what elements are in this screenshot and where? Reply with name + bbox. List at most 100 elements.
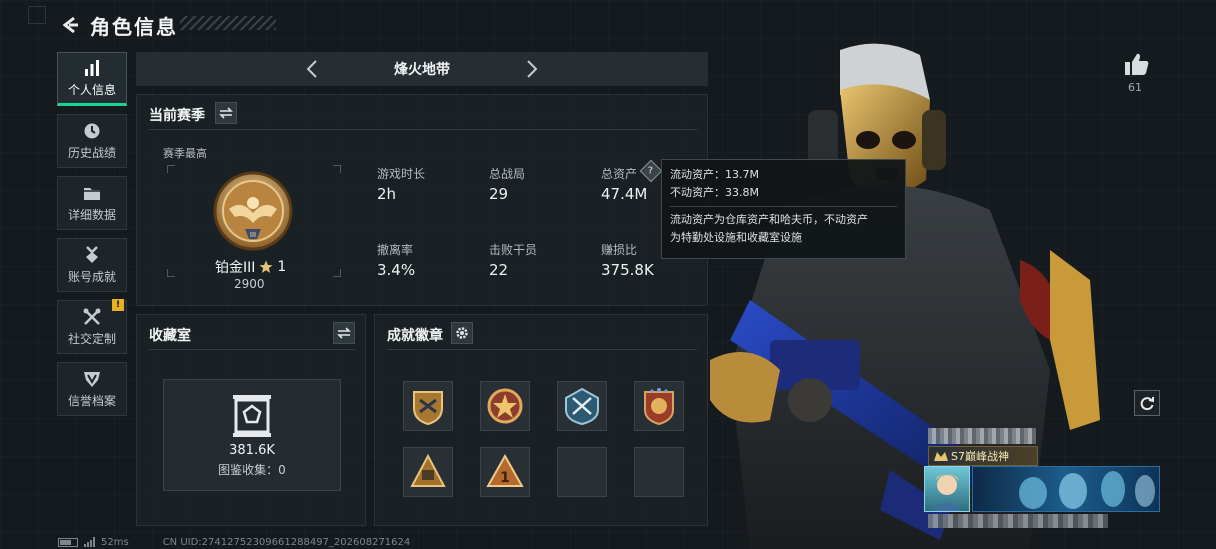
nav-label: 信誉档案: [67, 393, 116, 408]
collection-room-panel: 收藏室 381.6K 图鉴收集：0: [136, 314, 366, 526]
stat-value-playtime: 2h: [377, 185, 397, 203]
divider: [149, 349, 355, 350]
season-name: 烽火地带: [394, 62, 450, 78]
back-arrow-icon[interactable]: [58, 13, 82, 37]
nav-item-personal-info[interactable]: 个人信息: [57, 52, 127, 106]
achievement-badge-icon: [487, 388, 523, 424]
player-name-redacted: [928, 428, 1036, 444]
corner-mark: [28, 6, 46, 24]
achievement-badge-icon: [644, 388, 674, 426]
rank-name: 铂金III 1: [215, 257, 286, 277]
season-best-label: 赛季最高: [163, 147, 207, 160]
rotate-model-button[interactable]: [1134, 390, 1160, 416]
nav-item-reputation-file[interactable]: 信誉档案: [57, 362, 127, 416]
refresh-icon: [1140, 397, 1154, 411]
title-tag: S7巅峰战神: [928, 446, 1038, 466]
rank-emblem-icon: III: [211, 169, 295, 253]
notification-badge: !: [112, 299, 124, 311]
stat-value-profit-loss-ratio: 375.8K: [601, 261, 654, 279]
stat-label-playtime: 游戏时长: [377, 167, 426, 181]
divider: [149, 129, 697, 130]
assets-tooltip: 流动资产：13.7M 不动资产：33.8M 流动资产为仓库资产和哈夫币，不动资产…: [661, 159, 906, 259]
name-card-banner: [972, 466, 1160, 512]
tooltip-note-line-2: 为特勤处设施和收藏室设施: [670, 231, 802, 244]
swap-icon: [337, 327, 351, 339]
nav-item-social-customization[interactable]: ! 社交定制: [57, 299, 127, 354]
clock-icon: [83, 122, 101, 140]
swap-icon: [219, 107, 233, 119]
swap-button[interactable]: [215, 102, 237, 124]
collection-count: 图鉴收集：0: [218, 463, 286, 477]
badge-slot[interactable]: [480, 381, 530, 431]
profile-card[interactable]: [924, 466, 1160, 512]
badge-slot-empty[interactable]: [557, 447, 607, 497]
gear-icon: [456, 327, 468, 339]
side-nav: 个人信息 历史战绩 详细数据 账号成就 ! 社交定制 信誉档案: [57, 52, 127, 424]
tools-icon: [83, 308, 101, 326]
achievement-badge-icon: 1: [486, 453, 524, 487]
stat-value-total-assets: 47.4M: [601, 185, 648, 203]
nav-item-detailed-data[interactable]: 详细数据: [57, 176, 127, 230]
achievement-badge-icon: [565, 387, 599, 426]
achievement-badges-panel: 成就徽章 1: [374, 314, 708, 526]
stat-label-extraction-rate: 撤离率: [377, 243, 414, 257]
signal-icon: [84, 537, 95, 547]
page-header: 角色信息: [58, 10, 178, 40]
swap-button[interactable]: [333, 322, 355, 344]
stat-label-profit-loss-ratio: 赚损比: [601, 243, 638, 257]
nav-label: 历史战绩: [67, 145, 116, 160]
help-icon[interactable]: ?: [639, 159, 663, 183]
nav-label: 个人信息: [67, 82, 116, 97]
collection-value: 381.6K: [229, 443, 275, 458]
tooltip-note-line-1: 流动资产为仓库资产和哈夫币，不动资产: [670, 213, 868, 226]
stat-label-total-matches: 总战局: [489, 167, 526, 181]
badge-slot[interactable]: [557, 381, 607, 431]
stat-value-extraction-rate: 3.4%: [377, 261, 416, 279]
display-case-icon: [229, 393, 275, 439]
current-season-panel: 当前赛季 赛季最高 III 铂金III 1 2900 游戏时长 2h 总战局 2…: [136, 94, 708, 306]
settings-button[interactable]: [451, 322, 473, 344]
badge-slot-empty[interactable]: [634, 447, 684, 497]
star-icon: [259, 260, 273, 273]
stat-value-operators-defeated: 22: [489, 261, 509, 279]
avatar[interactable]: [924, 466, 970, 512]
stat-label-total-assets: 总资产: [601, 167, 638, 181]
stat-value-total-matches: 29: [489, 185, 509, 203]
badge-slot[interactable]: [403, 447, 453, 497]
achievement-badge-icon: [410, 453, 446, 487]
svg-text:1: 1: [500, 470, 510, 486]
folder-icon: [83, 184, 101, 202]
nav-label: 社交定制: [67, 331, 116, 346]
nav-label: 详细数据: [67, 207, 116, 222]
panel-title: 收藏室: [149, 328, 191, 344]
rank-stars: 1: [277, 259, 287, 275]
uid-text: CN UID:27412752309661288497_202608271624: [162, 536, 411, 548]
badge-slot[interactable]: [403, 381, 453, 431]
svg-text:III: III: [250, 231, 256, 239]
medal-icon: [83, 245, 101, 264]
badge-slot[interactable]: [634, 381, 684, 431]
redacted-info: [928, 514, 1108, 528]
chevron-left-icon[interactable]: [302, 57, 322, 81]
liquid-assets: 流动资产：13.7M: [670, 168, 759, 181]
panel-title: 成就徽章: [387, 328, 443, 344]
title-emblem-icon: [931, 447, 951, 465]
ping: 52ms: [101, 536, 129, 548]
stat-label-operators-defeated: 击败干员: [489, 243, 538, 257]
title-decoration: [180, 16, 276, 30]
like-thumbs-up-icon[interactable]: [1124, 52, 1152, 78]
achievement-badge-icon: [413, 391, 443, 426]
chevron-right-icon[interactable]: [522, 57, 542, 81]
fixed-assets: 不动资产：33.8M: [670, 186, 759, 199]
battery-icon: [58, 537, 78, 547]
tooltip-divider: [670, 206, 897, 207]
panel-title: 当前赛季: [149, 108, 205, 124]
status-bar: 52ms CN UID:27412752309661288497_2026082…: [58, 535, 410, 549]
shield-icon: [83, 370, 101, 388]
badge-slot[interactable]: 1: [480, 447, 530, 497]
nav-item-account-achievements[interactable]: 账号成就: [57, 238, 127, 292]
page-title: 角色信息: [90, 14, 178, 39]
season-selector: 烽火地带: [136, 52, 708, 86]
nav-item-match-history[interactable]: 历史战绩: [57, 114, 127, 168]
nav-label: 账号成就: [67, 269, 116, 284]
